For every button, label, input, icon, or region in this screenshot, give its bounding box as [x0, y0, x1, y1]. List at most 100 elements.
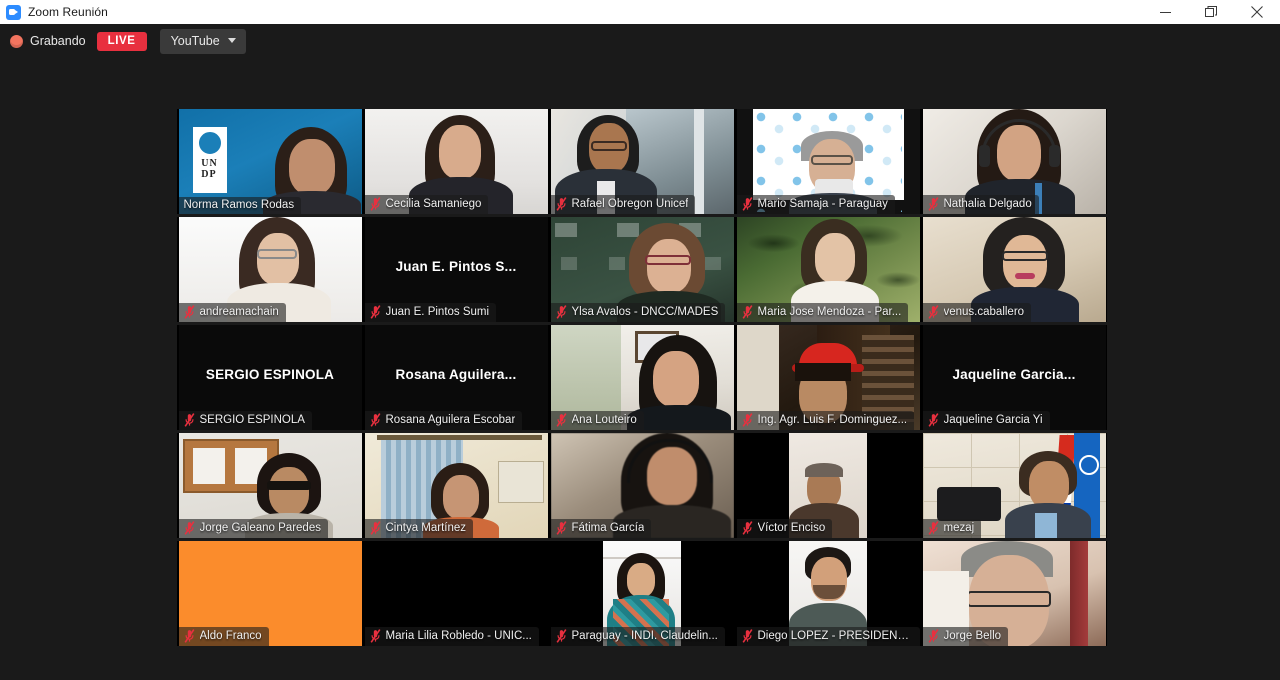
mic-muted-icon: [184, 305, 194, 319]
mic-muted-icon: [928, 197, 938, 211]
participant-video-area: Fátima García: [550, 433, 734, 538]
mic-muted-icon: [742, 413, 752, 427]
participant-tile[interactable]: SERGIO ESPINOLA SERGIO ESPINOLA: [177, 325, 363, 430]
participant-name-bar: Cintya Martínez: [364, 519, 474, 538]
participant-video-area: venus.caballero: [922, 217, 1106, 322]
participant-name-bar: Ana Louteiro: [550, 411, 644, 430]
participant-name-bar: Fátima García: [550, 519, 652, 538]
participant-video-area: Ing. Agr. Luis F. Dominguez...: [736, 325, 920, 430]
mic-muted-icon: [556, 305, 566, 319]
participant-name-bar: Maria Lilia Robledo - UNIC...: [364, 627, 539, 646]
participant-tile[interactable]: venus.caballero: [921, 217, 1107, 322]
mic-muted-icon: [370, 197, 380, 211]
chevron-down-icon: [227, 38, 236, 43]
participant-tile[interactable]: Cecilia Samaniego: [363, 109, 549, 214]
participant-name-label: Cintya Martínez: [385, 522, 467, 534]
participant-name-bar: Jorge Galeano Paredes: [178, 519, 328, 538]
recording-indicator-icon[interactable]: [10, 34, 23, 48]
participant-tile[interactable]: Jorge Bello: [921, 541, 1107, 646]
participant-video-area: mezaj: [922, 433, 1106, 538]
mic-muted-icon: [742, 629, 752, 643]
participant-tile[interactable]: Maria Jose Mendoza - Par...: [735, 217, 921, 322]
live-badge: LIVE: [96, 31, 147, 51]
zoom-camera-icon: [6, 4, 21, 20]
participant-name-bar: Ing. Agr. Luis F. Dominguez...: [736, 411, 915, 430]
participant-tile[interactable]: Ana Louteiro: [549, 325, 735, 430]
mic-muted-icon: [928, 521, 938, 535]
participant-name-label: Jaqueline Garcia Yi: [943, 414, 1043, 426]
participant-tile[interactable]: Rafael Obregon Unicef: [549, 109, 735, 214]
participant-tile[interactable]: Paraguay - INDI. Claudelin...: [549, 541, 735, 646]
mic-muted-icon: [184, 413, 194, 427]
participant-name-label: Aldo Franco: [199, 630, 262, 642]
participant-name-bar: andreamachain: [178, 303, 286, 322]
mic-muted-icon: [370, 629, 380, 643]
mic-muted-icon: [928, 629, 938, 643]
participant-name-label: Juan E. Pintos Sumi: [385, 306, 490, 318]
participant-tile[interactable]: Aldo Franco: [177, 541, 363, 646]
participant-name-bar: Mario Samaja - Paraguay: [736, 195, 895, 214]
participant-tile[interactable]: Víctor Enciso: [735, 433, 921, 538]
participant-name-bar: Rosana Aguilera Escobar: [364, 411, 523, 430]
undp-logo-icon: UN DP: [192, 127, 227, 193]
participant-name-label: Jorge Galeano Paredes: [199, 522, 321, 534]
participant-name-bar: venus.caballero: [922, 303, 1032, 322]
restore-icon[interactable]: [1188, 0, 1234, 24]
participant-name-bar: Maria Jose Mendoza - Par...: [736, 303, 909, 322]
participant-name-label: Ylsa Avalos - DNCC/MADES: [571, 306, 719, 318]
participant-tile[interactable]: Jaqueline Garcia... Jaqueline Garcia Yi: [921, 325, 1107, 430]
participant-tile[interactable]: Jorge Galeano Paredes: [177, 433, 363, 538]
participant-name-bar: Víctor Enciso: [736, 519, 833, 538]
participant-tile[interactable]: Ylsa Avalos - DNCC/MADES: [549, 217, 735, 322]
participant-tile[interactable]: Cintya Martínez: [363, 433, 549, 538]
participant-tile[interactable]: Rosana Aguilera... Rosana Aguilera Escob…: [363, 325, 549, 430]
participant-tile[interactable]: Mario Samaja - Paraguay: [735, 109, 921, 214]
participant-tile[interactable]: Diego LOPEZ - PRESIDENT...: [735, 541, 921, 646]
participant-tile[interactable]: mezaj: [921, 433, 1107, 538]
participant-name-label: Cecilia Samaniego: [385, 198, 482, 210]
mic-muted-icon: [556, 629, 566, 643]
participant-video-area: Maria Jose Mendoza - Par...: [736, 217, 920, 322]
participant-name-bar: Rafael Obregon Unicef: [550, 195, 696, 214]
streaming-platform-dropdown[interactable]: YouTube: [159, 28, 246, 54]
participant-name-label: Ana Louteiro: [571, 414, 637, 426]
recording-status-label: Grabando: [30, 34, 86, 48]
participant-video-area: Víctor Enciso: [736, 433, 920, 538]
participant-name-bar: Diego LOPEZ - PRESIDENT...: [736, 627, 920, 646]
window-controls: [1142, 0, 1280, 24]
participant-name-label: Mario Samaja - Paraguay: [757, 198, 888, 210]
participant-name-label: Fátima García: [571, 522, 645, 534]
participant-name-bar: Paraguay - INDI. Claudelin...: [550, 627, 725, 646]
participant-video-area: Aldo Franco: [178, 541, 362, 646]
participant-name-bar: Jaqueline Garcia Yi: [922, 411, 1050, 430]
participant-video-area: Maria Lilia Robledo - UNIC...: [364, 541, 548, 646]
participant-name-label: Jorge Bello: [943, 630, 1002, 642]
mic-muted-icon: [370, 413, 380, 427]
participant-name-bar: Jorge Bello: [922, 627, 1009, 646]
participant-name-bar: Ylsa Avalos - DNCC/MADES: [550, 303, 726, 322]
participant-name-label: Maria Lilia Robledo - UNIC...: [385, 630, 532, 642]
mic-muted-icon: [928, 413, 938, 427]
minimize-icon[interactable]: [1142, 0, 1188, 24]
participant-video-area: Juan E. Pintos S... Juan E. Pintos Sumi: [364, 217, 548, 322]
participant-name-bar: SERGIO ESPINOLA: [178, 411, 312, 430]
participant-tile[interactable]: Ing. Agr. Luis F. Dominguez...: [735, 325, 921, 430]
participant-tile[interactable]: Fátima García: [549, 433, 735, 538]
participant-tile[interactable]: Maria Lilia Robledo - UNIC...: [363, 541, 549, 646]
participant-tile[interactable]: Juan E. Pintos S... Juan E. Pintos Sumi: [363, 217, 549, 322]
participant-name-label: Ing. Agr. Luis F. Dominguez...: [757, 414, 908, 426]
participant-video-area: Jorge Galeano Paredes: [178, 433, 362, 538]
participant-tile[interactable]: UN DP Norma Ramos Rodas: [177, 109, 363, 214]
participant-name-bar: mezaj: [922, 519, 982, 538]
meeting-stage: UN DP Norma Ramos Rodas Cecilia Samaniego…: [0, 58, 1280, 680]
mic-muted-icon: [556, 197, 566, 211]
participant-video-area: Mario Samaja - Paraguay: [736, 109, 920, 214]
participant-video-area: Jaqueline Garcia... Jaqueline Garcia Yi: [922, 325, 1106, 430]
participant-tile[interactable]: Nathalia Delgado: [921, 109, 1107, 214]
mic-muted-icon: [556, 413, 566, 427]
participant-video-area: Cintya Martínez: [364, 433, 548, 538]
close-icon[interactable]: [1234, 0, 1280, 24]
participant-name-bar: Cecilia Samaniego: [364, 195, 489, 214]
participant-tile[interactable]: andreamachain: [177, 217, 363, 322]
participant-name-label: Víctor Enciso: [757, 522, 826, 534]
